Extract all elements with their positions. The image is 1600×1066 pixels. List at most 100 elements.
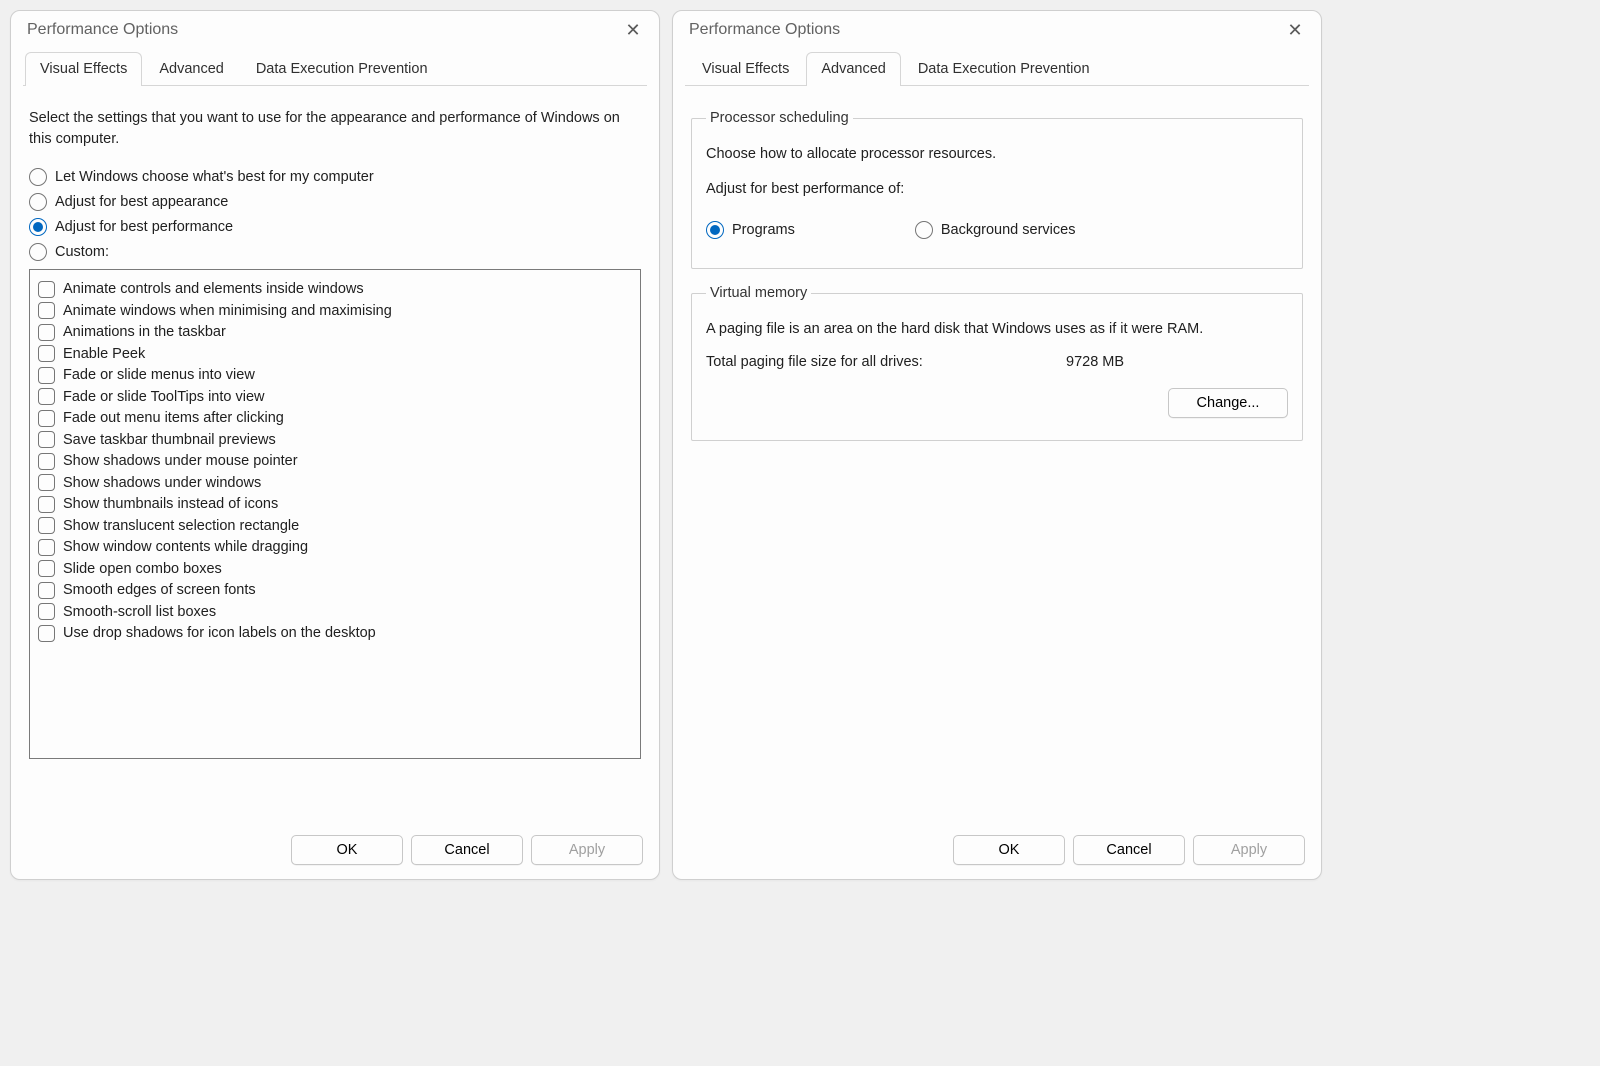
radio-auto[interactable] [29,168,47,186]
effect-label: Save taskbar thumbnail previews [63,432,276,448]
cancel-button[interactable]: Cancel [411,835,523,865]
effect-checkbox[interactable] [38,603,55,620]
virtual-memory-group: Virtual memory A paging file is an area … [691,285,1303,441]
effect-label: Show shadows under mouse pointer [63,453,298,469]
effect-checkbox[interactable] [38,496,55,513]
effect-row[interactable]: Show thumbnails instead of icons [38,496,632,513]
effect-checkbox[interactable] [38,539,55,556]
tab-visual-effects[interactable]: Visual Effects [25,52,142,86]
paging-total-label: Total paging file size for all drives: [706,354,1066,370]
effect-row[interactable]: Use drop shadows for icon labels on the … [38,625,632,642]
radio-best-appearance[interactable] [29,193,47,211]
apply-button[interactable]: Apply [1193,835,1305,865]
dialog-buttons: OK Cancel Apply [673,827,1321,879]
effect-label: Show thumbnails instead of icons [63,496,278,512]
effect-label: Smooth edges of screen fonts [63,582,256,598]
ok-button[interactable]: OK [291,835,403,865]
effect-checkbox[interactable] [38,302,55,319]
apply-button[interactable]: Apply [531,835,643,865]
effect-checkbox[interactable] [38,281,55,298]
tab-dep[interactable]: Data Execution Prevention [241,52,443,86]
effect-checkbox[interactable] [38,582,55,599]
effect-checkbox[interactable] [38,517,55,534]
ok-button[interactable]: OK [953,835,1065,865]
tab-advanced[interactable]: Advanced [144,52,239,86]
tab-content-advanced: Processor scheduling Choose how to alloc… [673,86,1321,827]
effect-checkbox[interactable] [38,453,55,470]
effect-checkbox[interactable] [38,324,55,341]
effect-checkbox[interactable] [38,410,55,427]
effect-checkbox[interactable] [38,560,55,577]
radio-programs-label: Programs [732,222,795,238]
radio-best-performance-row[interactable]: Adjust for best performance [29,218,641,236]
effect-label: Animate controls and elements inside win… [63,281,364,297]
cancel-button[interactable]: Cancel [1073,835,1185,865]
radio-background-label: Background services [941,222,1076,238]
tab-visual-effects[interactable]: Visual Effects [687,52,804,86]
effect-label: Smooth-scroll list boxes [63,604,216,620]
tab-strip: Visual Effects Advanced Data Execution P… [23,51,647,86]
tab-advanced[interactable]: Advanced [806,52,901,86]
effect-row[interactable]: Animations in the taskbar [38,324,632,341]
visual-effects-intro: Select the settings that you want to use… [29,108,641,150]
tab-content-visual-effects: Select the settings that you want to use… [11,86,659,827]
dialog-title: Performance Options [27,21,178,39]
effect-row[interactable]: Slide open combo boxes [38,560,632,577]
radio-background[interactable] [915,221,933,239]
processor-scheduling-group: Processor scheduling Choose how to alloc… [691,110,1303,269]
paging-total-value: 9728 MB [1066,354,1124,370]
effect-row[interactable]: Show shadows under mouse pointer [38,453,632,470]
dialog-title: Performance Options [689,21,840,39]
effect-row[interactable]: Save taskbar thumbnail previews [38,431,632,448]
radio-auto-label: Let Windows choose what's best for my co… [55,169,374,185]
radio-custom-row[interactable]: Custom: [29,243,641,261]
effect-row[interactable]: Show shadows under windows [38,474,632,491]
effects-listbox: Animate controls and elements inside win… [29,269,641,759]
titlebar: Performance Options ✕ [673,11,1321,45]
virtual-memory-legend: Virtual memory [706,285,811,301]
effect-label: Enable Peek [63,346,145,362]
effect-row[interactable]: Enable Peek [38,345,632,362]
effect-checkbox[interactable] [38,474,55,491]
effect-label: Show shadows under windows [63,475,261,491]
virtual-memory-desc: A paging file is an area on the hard dis… [706,319,1288,340]
effect-checkbox[interactable] [38,367,55,384]
effect-label: Fade out menu items after clicking [63,410,284,426]
effect-row[interactable]: Smooth edges of screen fonts [38,582,632,599]
radio-best-appearance-label: Adjust for best appearance [55,194,228,210]
radio-best-appearance-row[interactable]: Adjust for best appearance [29,193,641,211]
radio-best-performance[interactable] [29,218,47,236]
effect-checkbox[interactable] [38,345,55,362]
radio-custom-label: Custom: [55,244,109,260]
effect-row[interactable]: Show translucent selection rectangle [38,517,632,534]
change-button[interactable]: Change... [1168,388,1288,418]
processor-scheduling-desc: Choose how to allocate processor resourc… [706,144,1288,165]
radio-auto-row[interactable]: Let Windows choose what's best for my co… [29,168,641,186]
performance-options-dialog-visual-effects: Performance Options ✕ Visual Effects Adv… [10,10,660,880]
effect-row[interactable]: Animate windows when minimising and maxi… [38,302,632,319]
effect-row[interactable]: Fade or slide menus into view [38,367,632,384]
effect-checkbox[interactable] [38,388,55,405]
titlebar: Performance Options ✕ [11,11,659,45]
effect-label: Show window contents while dragging [63,539,308,555]
radio-background-row[interactable]: Background services [915,221,1076,239]
radio-best-performance-label: Adjust for best performance [55,219,233,235]
effect-checkbox[interactable] [38,625,55,642]
close-icon[interactable]: ✕ [619,21,647,39]
close-icon[interactable]: ✕ [1281,21,1309,39]
effect-label: Fade or slide menus into view [63,367,255,383]
tab-dep[interactable]: Data Execution Prevention [903,52,1105,86]
effect-row[interactable]: Show window contents while dragging [38,539,632,556]
effect-row[interactable]: Smooth-scroll list boxes [38,603,632,620]
effect-label: Animations in the taskbar [63,324,226,340]
tab-strip: Visual Effects Advanced Data Execution P… [685,51,1309,86]
effect-row[interactable]: Fade or slide ToolTips into view [38,388,632,405]
effect-label: Fade or slide ToolTips into view [63,389,265,405]
effect-checkbox[interactable] [38,431,55,448]
effect-label: Slide open combo boxes [63,561,222,577]
effect-row[interactable]: Animate controls and elements inside win… [38,281,632,298]
effect-row[interactable]: Fade out menu items after clicking [38,410,632,427]
radio-custom[interactable] [29,243,47,261]
radio-programs[interactable] [706,221,724,239]
radio-programs-row[interactable]: Programs [706,221,795,239]
